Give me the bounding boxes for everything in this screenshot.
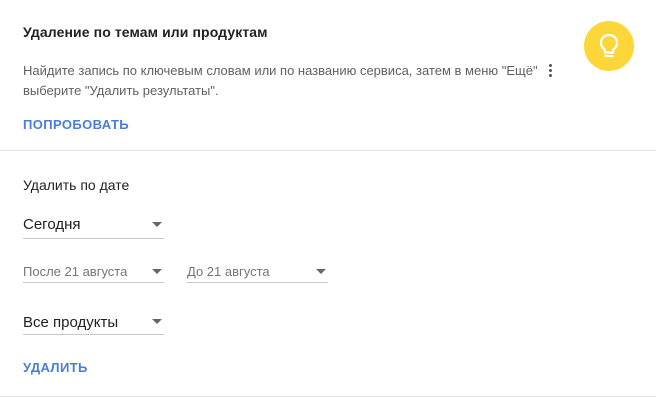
date-after-value: После 21 августа (23, 264, 128, 279)
description-text-start: Найдите запись по ключевым словам или по… (23, 63, 538, 78)
date-before-value: До 21 августа (187, 264, 270, 279)
products-select-value: Все продукты (23, 314, 119, 331)
description-text-end: выберите "Удалить результаты". (23, 83, 219, 98)
topic-section-title: Удаление по темам или продуктам (23, 24, 268, 40)
try-button[interactable]: ПОПРОБОВАТЬ (23, 117, 129, 132)
delete-by-topic-section: Удаление по темам или продуктам Найдите … (0, 0, 656, 151)
dropdown-arrow-icon (152, 222, 162, 227)
dropdown-arrow-icon (152, 269, 162, 274)
products-select[interactable]: Все продукты (23, 309, 164, 335)
topic-section-description: Найдите запись по ключевым словам или по… (23, 61, 563, 101)
lightbulb-icon (584, 21, 634, 71)
dropdown-arrow-icon (152, 319, 162, 324)
more-vert-icon (545, 63, 555, 77)
delete-activity-card: Удаление по темам или продуктам Найдите … (0, 0, 656, 397)
date-section-title: Удалить по дате (23, 177, 130, 193)
dropdown-arrow-icon (316, 269, 326, 274)
delete-button[interactable]: УДАЛИТЬ (23, 360, 88, 375)
period-select[interactable]: Сегодня (23, 212, 164, 239)
date-before-select[interactable]: До 21 августа (187, 261, 328, 283)
date-after-select[interactable]: После 21 августа (23, 261, 164, 283)
period-select-value: Сегодня (23, 216, 81, 233)
